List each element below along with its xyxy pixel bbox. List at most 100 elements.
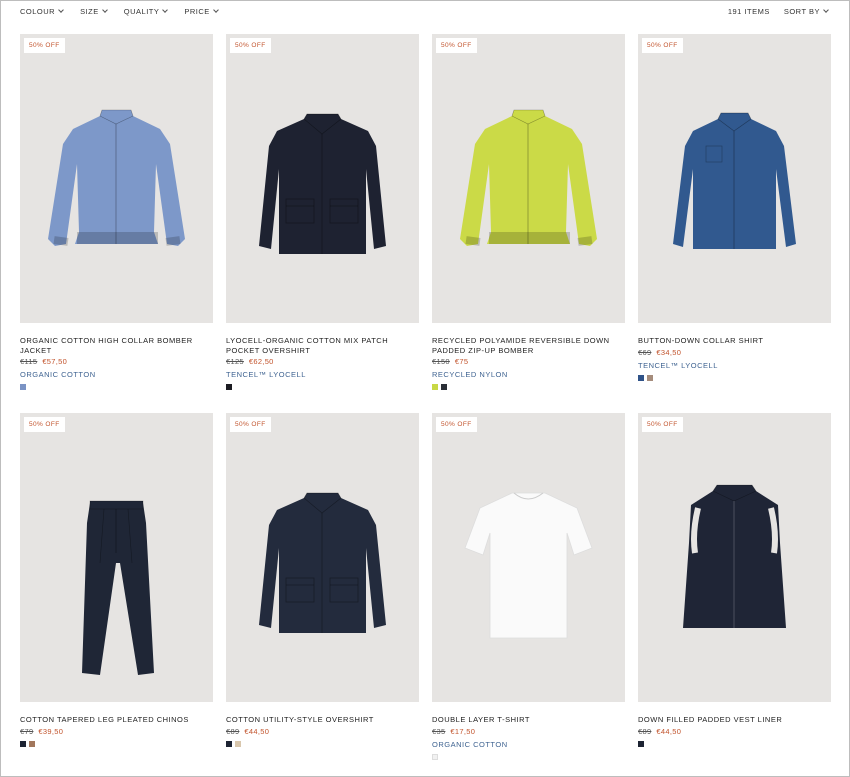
product-card[interactable]: 50% OFF BUTTON-DOWN COLLAR SHIRT €69 €34… [638, 34, 831, 413]
product-name[interactable]: ORGANIC COTTON HIGH COLLAR BOMBER JACKET [20, 336, 210, 355]
original-price: €115 [20, 357, 38, 366]
discount-badge: 50% OFF [230, 417, 271, 432]
product-image [673, 112, 796, 249]
price-row: €69 €34,50 [638, 348, 831, 357]
sale-price: €39,50 [38, 726, 64, 736]
original-price: €69 [638, 347, 652, 357]
discount-badge: 50% OFF [436, 38, 477, 53]
filter-price[interactable]: PRICE [184, 6, 219, 16]
sale-price: €62,50 [248, 357, 274, 366]
discount-badge: 50% OFF [436, 417, 477, 432]
material-link[interactable]: ORGANIC COTTON [432, 740, 625, 749]
price-row: €115 €57,50 [20, 357, 213, 366]
original-price: €125 [226, 357, 244, 366]
product-photo[interactable]: 50% OFF [432, 34, 625, 323]
color-swatch[interactable] [647, 374, 653, 381]
sale-price: €57,50 [42, 357, 68, 366]
material-link[interactable]: RECYCLED NYLON [432, 370, 625, 379]
product-photo[interactable]: 50% OFF [432, 413, 625, 702]
color-swatches [20, 384, 213, 390]
chevron-down-icon [212, 6, 219, 13]
discount-badge: 50% OFF [24, 38, 65, 53]
color-swatches [638, 374, 831, 381]
product-image [464, 492, 593, 639]
product-card[interactable]: 50% OFF COTTON UTILITY-STYLE OVERSHIRT €… [226, 413, 419, 777]
chevron-down-icon [58, 6, 64, 13]
product-name[interactable]: LYOCELL-ORGANIC COTTON MIX PATCH POCKET … [226, 336, 416, 355]
product-photo[interactable]: 50% OFF [20, 413, 213, 702]
chevron-down-icon [101, 6, 108, 13]
filter-bar: COLOUR SIZE QUALITY PRICE 191 ITEMS SORT… [20, 5, 829, 17]
chevron-down-icon [162, 6, 169, 13]
product-photo[interactable]: 50% OFF [638, 413, 831, 702]
color-swatch[interactable] [432, 753, 438, 760]
original-price: €79 [20, 726, 34, 736]
color-swatch[interactable] [20, 740, 26, 747]
color-swatches [226, 740, 419, 747]
color-swatches [432, 384, 625, 390]
filter-colour[interactable]: COLOUR [20, 6, 64, 16]
product-name[interactable]: RECYCLED POLYAMIDE REVERSIBLE DOWN PADDE… [432, 336, 622, 355]
items-count: 191 ITEMS [727, 6, 770, 16]
color-swatch[interactable] [441, 384, 447, 390]
product-name[interactable]: COTTON TAPERED LEG PLEATED CHINOS [20, 715, 210, 725]
color-swatch[interactable] [20, 384, 26, 390]
color-swatch[interactable] [638, 374, 644, 381]
product-grid: 50% OFF ORGANIC COTTON HIGH COLLAR BOMBE… [20, 34, 831, 777]
price-row: €125 €62,50 [226, 357, 419, 366]
price-row: €150 €75 [432, 357, 625, 366]
sale-price: €44,50 [656, 726, 682, 736]
product-card[interactable]: 50% OFF COTTON TAPERED LEG PLEATED CHINO… [20, 413, 213, 777]
color-swatches [432, 753, 625, 760]
material-link[interactable]: TENCEL™ LYOCELL [226, 370, 419, 379]
discount-badge: 50% OFF [642, 38, 683, 53]
filter-quality[interactable]: QUALITY [124, 6, 169, 16]
color-swatches [226, 384, 419, 390]
product-name[interactable]: COTTON UTILITY-STYLE OVERSHIRT [226, 715, 416, 725]
product-name[interactable]: BUTTON-DOWN COLLAR SHIRT [638, 336, 828, 346]
discount-badge: 50% OFF [24, 417, 65, 432]
color-swatches [638, 740, 831, 747]
chevron-down-icon [823, 6, 829, 13]
product-name[interactable]: DOUBLE LAYER T-SHIRT [432, 715, 622, 725]
product-card[interactable]: 50% OFF ORGANIC COTTON HIGH COLLAR BOMBE… [20, 34, 213, 413]
discount-badge: 50% OFF [230, 38, 271, 53]
sale-price: €44,50 [244, 726, 270, 736]
product-image [259, 492, 386, 633]
product-card[interactable]: 50% OFF LYOCELL-ORGANIC COTTON MIX PATCH… [226, 34, 419, 413]
color-swatch[interactable] [432, 384, 438, 390]
material-link[interactable]: TENCEL™ LYOCELL [638, 361, 831, 370]
sale-price: €34,50 [656, 347, 682, 357]
product-photo[interactable]: 50% OFF [20, 34, 213, 323]
original-price: €89 [638, 726, 652, 736]
product-photo[interactable]: 50% OFF [226, 413, 419, 702]
original-price: €89 [226, 726, 240, 736]
color-swatch[interactable] [638, 740, 644, 747]
product-photo[interactable]: 50% OFF [638, 34, 831, 323]
filter-size[interactable]: SIZE [80, 6, 108, 16]
color-swatch[interactable] [226, 740, 232, 747]
original-price: €150 [432, 357, 450, 366]
price-row: €89 €44,50 [638, 727, 831, 736]
sale-price: €17,50 [450, 726, 476, 736]
price-row: €79 €39,50 [20, 727, 213, 736]
product-card[interactable]: 50% OFF DOWN FILLED PADDED VEST LINER €8… [638, 413, 831, 777]
color-swatch[interactable] [226, 384, 232, 390]
product-card[interactable]: 50% OFF RECYCLED POLYAMIDE REVERSIBLE DO… [432, 34, 625, 413]
product-name[interactable]: DOWN FILLED PADDED VEST LINER [638, 715, 828, 725]
product-image [259, 113, 386, 254]
sort-by-dropdown[interactable]: SORT BY [784, 6, 829, 16]
color-swatch[interactable] [235, 740, 241, 747]
original-price: €35 [432, 726, 446, 736]
color-swatches [20, 740, 213, 747]
sale-price: €75 [454, 357, 469, 366]
product-card[interactable]: 50% OFF DOUBLE LAYER T-SHIRT €35 €17,50 … [432, 413, 625, 777]
color-swatch[interactable] [29, 740, 35, 747]
product-photo[interactable]: 50% OFF [226, 34, 419, 323]
product-image [48, 109, 185, 246]
discount-badge: 50% OFF [642, 417, 683, 432]
product-image [82, 500, 154, 675]
price-row: €35 €17,50 [432, 727, 625, 736]
material-link[interactable]: ORGANIC COTTON [20, 370, 213, 379]
product-image [460, 109, 597, 246]
